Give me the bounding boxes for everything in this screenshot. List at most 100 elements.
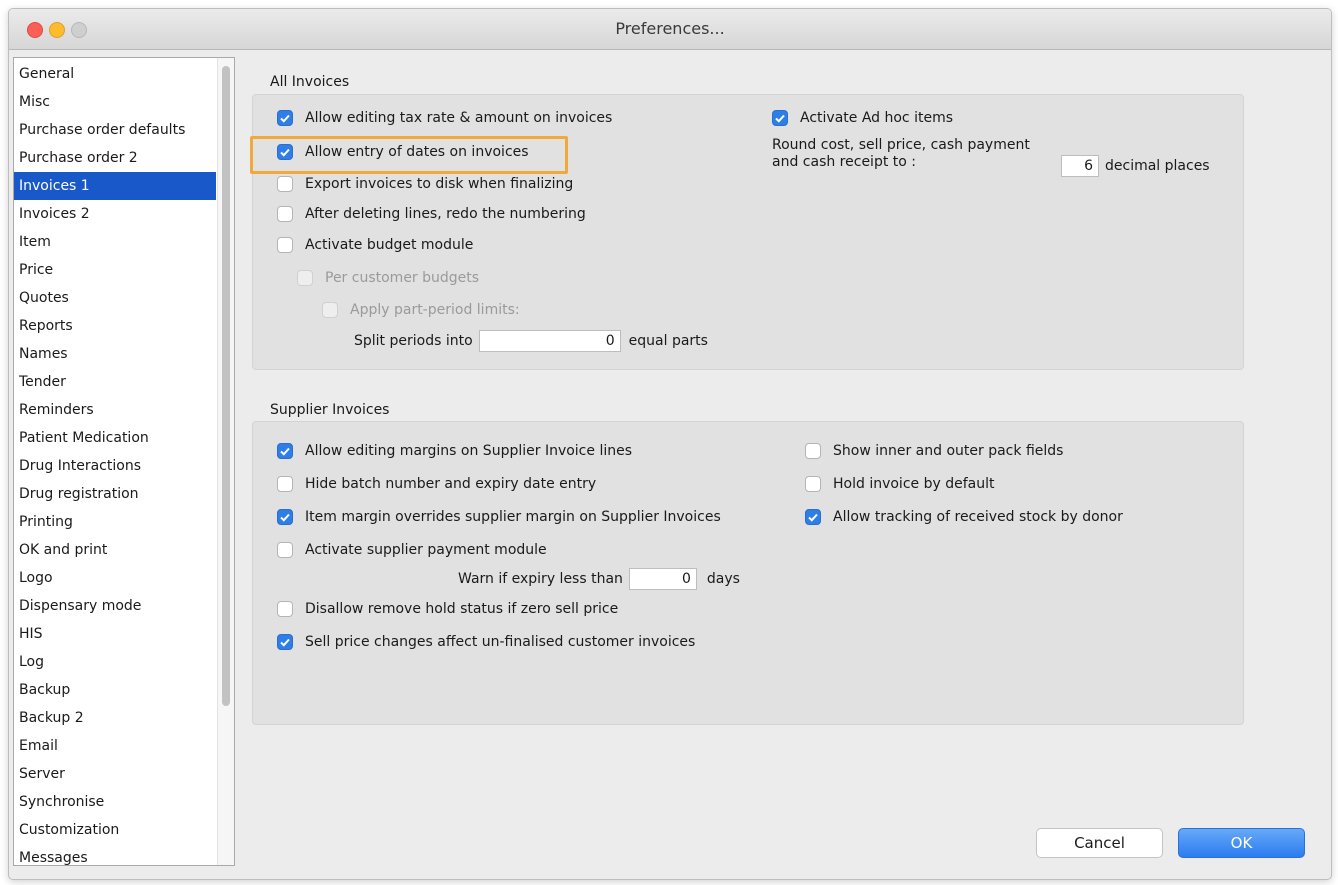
checkmark-icon	[280, 114, 290, 123]
sidebar-item-tender[interactable]: Tender	[14, 368, 216, 396]
sidebar-item-quotes[interactable]: Quotes	[14, 284, 216, 312]
option-activate-budget-module-label: Activate budget module	[305, 237, 474, 253]
sidebar-scrollbar-thumb[interactable]	[222, 66, 230, 706]
option-sell-price-changes-affect-un-finalised-c-label: Sell price changes affect un-finalised c…	[305, 634, 696, 650]
option-show-inner-and-outer-pack-fields-row[interactable]: Show inner and outer pack fields	[805, 443, 1063, 459]
sidebar-item-patient-medication[interactable]: Patient Medication	[14, 424, 216, 452]
sidebar-item-backup[interactable]: Backup	[14, 676, 216, 704]
rounding-label-line1: Round cost, sell price, cash payment	[772, 137, 1030, 153]
option-allow-tracking-of-received-stock-by-dono-checkbox[interactable]	[805, 509, 821, 525]
option-allow-editing-tax-rate-amount-on-invoice-checkbox[interactable]	[277, 110, 293, 126]
sidebar-item-printing[interactable]: Printing	[14, 508, 216, 536]
option-activate-supplier-payment-module-row[interactable]: Activate supplier payment module	[277, 542, 547, 558]
option-disallow-remove-hold-status-if-zero-sell-checkbox[interactable]	[277, 601, 293, 617]
sidebar-item-invoices-1[interactable]: Invoices 1	[14, 172, 216, 200]
split-periods-suffix: equal parts	[628, 333, 708, 349]
option-export-invoices-to-disk-when-finalizing-row[interactable]: Export invoices to disk when finalizing	[277, 176, 573, 192]
option-apply-part-period-limits-label: Apply part-period limits:	[350, 302, 520, 318]
option-after-deleting-lines-redo-the-numbering-checkbox[interactable]	[277, 206, 293, 222]
adhoc-label: Activate Ad hoc items	[800, 110, 954, 126]
option-disallow-remove-hold-status-if-zero-sell-label: Disallow remove hold status if zero sell…	[305, 601, 619, 617]
decimal-places-field[interactable]: 6	[1061, 155, 1099, 177]
option-allow-editing-tax-rate-amount-on-invoice-row[interactable]: Allow editing tax rate & amount on invoi…	[277, 110, 612, 126]
rounding-label: Round cost, sell price, cash payment and…	[772, 137, 1030, 171]
preferences-sidebar: General Misc Purchase order defaults Purcha…	[13, 57, 235, 866]
sidebar-item-drug-registration[interactable]: Drug registration	[14, 480, 216, 508]
option-activate-budget-module-row[interactable]: Activate budget module	[277, 237, 473, 253]
rounding-row: 6 decimal places	[1061, 155, 1210, 177]
sidebar-list: General Misc Purchase order defaults Purcha…	[14, 60, 216, 865]
sidebar-scrollbar[interactable]	[217, 58, 234, 865]
option-after-deleting-lines-redo-the-numbering-label: After deleting lines, redo the numbering	[305, 206, 586, 222]
option-hide-batch-number-and-expiry-date-entry-row[interactable]: Hide batch number and expiry date entry	[277, 476, 596, 492]
adhoc-row[interactable]: Activate Ad hoc items	[772, 110, 953, 126]
highlight-annotation	[250, 136, 568, 174]
sidebar-item-invoices-2[interactable]: Invoices 2	[14, 200, 216, 228]
sidebar-item-his[interactable]: HIS	[14, 620, 216, 648]
ok-button[interactable]: OK	[1178, 828, 1305, 858]
option-sell-price-changes-affect-un-finalised-c-checkbox[interactable]	[277, 634, 293, 650]
warn-expiry-row: Warn if expiry less than 0 days	[458, 568, 740, 590]
sidebar-item-log[interactable]: Log	[14, 648, 216, 676]
warn-expiry-suffix: days	[706, 571, 740, 587]
option-hold-invoice-by-default-checkbox[interactable]	[805, 476, 821, 492]
option-after-deleting-lines-redo-the-numbering-row[interactable]: After deleting lines, redo the numbering	[277, 206, 586, 222]
option-sell-price-changes-affect-un-finalised-c-row[interactable]: Sell price changes affect un-finalised c…	[277, 634, 695, 650]
sidebar-item-reminders[interactable]: Reminders	[14, 396, 216, 424]
all-invoices-title: All Invoices	[270, 74, 350, 90]
sidebar-item-reports[interactable]: Reports	[14, 312, 216, 340]
supplier-invoices-box	[252, 421, 1244, 725]
title-bar: Preferences...	[9, 9, 1331, 50]
option-show-inner-and-outer-pack-fields-label: Show inner and outer pack fields	[833, 443, 1064, 459]
option-allow-editing-margins-on-supplier-invoic-checkbox[interactable]	[277, 443, 293, 459]
split-periods-row: Split periods into 0 equal parts	[354, 330, 708, 352]
option-hold-invoice-by-default-label: Hold invoice by default	[833, 476, 995, 492]
option-activate-supplier-payment-module-label: Activate supplier payment module	[305, 542, 547, 558]
option-activate-budget-module-checkbox[interactable]	[277, 237, 293, 253]
window-title: Preferences...	[615, 19, 725, 38]
option-allow-editing-margins-on-supplier-invoic-row[interactable]: Allow editing margins on Supplier Invoic…	[277, 443, 632, 459]
checkmark-icon	[280, 513, 290, 522]
sidebar-item-server[interactable]: Server	[14, 760, 216, 788]
sidebar-item-email[interactable]: Email	[14, 732, 216, 760]
split-periods-label: Split periods into	[354, 333, 473, 349]
option-hold-invoice-by-default-row[interactable]: Hold invoice by default	[805, 476, 994, 492]
option-item-margin-overrides-supplier-margin-on-row[interactable]: Item margin overrides supplier margin on…	[277, 509, 721, 525]
option-activate-supplier-payment-module-checkbox[interactable]	[277, 542, 293, 558]
option-show-inner-and-outer-pack-fields-checkbox[interactable]	[805, 443, 821, 459]
option-disallow-remove-hold-status-if-zero-sell-row[interactable]: Disallow remove hold status if zero sell…	[277, 601, 618, 617]
sidebar-item-dispensary-mode[interactable]: Dispensary mode	[14, 592, 216, 620]
option-per-customer-budgets-checkbox	[297, 270, 313, 286]
sidebar-item-drug-interactions[interactable]: Drug Interactions	[14, 452, 216, 480]
option-allow-editing-tax-rate-amount-on-invoice-label: Allow editing tax rate & amount on invoi…	[305, 110, 613, 126]
option-item-margin-overrides-supplier-margin-on-label: Item margin overrides supplier margin on…	[305, 509, 721, 525]
supplier-invoices-title: Supplier Invoices	[270, 402, 390, 418]
option-hide-batch-number-and-expiry-date-entry-checkbox[interactable]	[277, 476, 293, 492]
option-allow-tracking-of-received-stock-by-dono-label: Allow tracking of received stock by dono…	[833, 509, 1123, 525]
cancel-button[interactable]: Cancel	[1036, 828, 1163, 858]
sidebar-item-logo[interactable]: Logo	[14, 564, 216, 592]
option-export-invoices-to-disk-when-finalizing-label: Export invoices to disk when finalizing	[305, 176, 574, 192]
sidebar-item-general[interactable]: General	[14, 60, 216, 88]
sidebar-item-backup-2[interactable]: Backup 2	[14, 704, 216, 732]
sidebar-item-messages[interactable]: Messages	[14, 844, 216, 865]
sidebar-item-purchase-order-2[interactable]: Purchase order 2	[14, 144, 216, 172]
sidebar-item-purchase-order-defaults[interactable]: Purchase order defaults	[14, 116, 216, 144]
warn-expiry-field[interactable]: 0	[628, 568, 697, 590]
option-allow-tracking-of-received-stock-by-dono-row[interactable]: Allow tracking of received stock by dono…	[805, 509, 1123, 525]
option-allow-editing-margins-on-supplier-invoic-label: Allow editing margins on Supplier Invoic…	[305, 443, 633, 459]
option-export-invoices-to-disk-when-finalizing-checkbox[interactable]	[277, 176, 293, 192]
option-item-margin-overrides-supplier-margin-on-checkbox[interactable]	[277, 509, 293, 525]
sidebar-item-item[interactable]: Item	[14, 228, 216, 256]
option-apply-part-period-limits-row: Apply part-period limits:	[322, 302, 520, 318]
sidebar-item-customization[interactable]: Customization	[14, 816, 216, 844]
sidebar-item-ok-and-print[interactable]: OK and print	[14, 536, 216, 564]
sidebar-item-synchronise[interactable]: Synchronise	[14, 788, 216, 816]
checkmark-icon	[775, 114, 785, 123]
adhoc-checkbox[interactable]	[772, 110, 788, 126]
sidebar-item-names[interactable]: Names	[14, 340, 216, 368]
sidebar-item-price[interactable]: Price	[14, 256, 216, 284]
sidebar-item-misc[interactable]: Misc	[14, 88, 216, 116]
split-periods-field[interactable]: 0	[478, 330, 621, 352]
option-apply-part-period-limits-checkbox	[322, 302, 338, 318]
